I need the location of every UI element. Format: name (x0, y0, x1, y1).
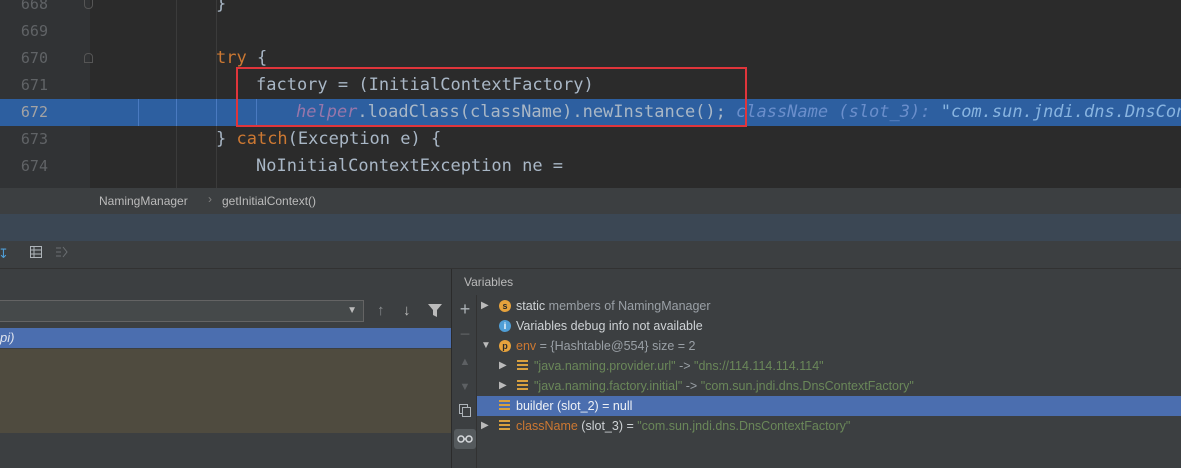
table-icon[interactable] (30, 246, 42, 262)
code-line-673[interactable]: 673 } catch(Exception e) { (0, 126, 1181, 153)
line-number: 670 (20, 49, 48, 67)
variable-row-classname[interactable]: ▶ className (slot_3) = "com.sun.jndi.dns… (477, 416, 1181, 436)
frame-label: pi) (0, 330, 15, 345)
expand-arrow-icon[interactable]: ▶ (499, 356, 507, 376)
variable-row-builder[interactable]: builder (slot_2) = null (477, 396, 1181, 416)
restore-layout-icon[interactable] (55, 246, 68, 262)
keyword-try: try (216, 48, 247, 68)
remove-watch-icon[interactable]: − (456, 325, 474, 343)
variables-side-toolbar: + − ▲ ▼ (452, 295, 477, 468)
chevron-right-icon: › (208, 192, 212, 206)
line-number: 669 (20, 22, 48, 40)
map-entry-row[interactable]: ▶ "java.naming.provider.url" -> "dns://1… (477, 356, 1181, 376)
field-icon (517, 360, 528, 372)
variables-header: Variables (452, 269, 1181, 295)
map-arrow: -> (675, 359, 695, 373)
highlight-box (236, 67, 747, 127)
fold-marker-icon[interactable] (84, 0, 93, 9)
move-down-icon[interactable]: ▼ (456, 378, 474, 396)
code-pre: } (216, 129, 237, 149)
expand-arrow-icon[interactable]: ▶ (481, 416, 489, 436)
map-entry-row[interactable]: ▶ "java.naming.factory.initial" -> "com.… (477, 376, 1181, 396)
code-text: NoInitialContextException ne = (256, 156, 564, 176)
keyword-catch: catch (236, 129, 288, 149)
breadcrumb-method[interactable]: getInitialContext() (222, 194, 316, 208)
code-text: } catch(Exception e) { (216, 126, 441, 153)
line-number: 674 (20, 157, 48, 175)
inline-debug-value[interactable]: className (slot_3): "com.sun.jndi.dns.Dn… (736, 99, 1181, 126)
dropdown-arrow-icon: ▼ (347, 305, 357, 316)
variable-text: builder (slot_2) = null (516, 399, 633, 413)
map-key: "java.naming.provider.url" (534, 359, 676, 373)
step-into-icon[interactable]: ↧ (0, 246, 9, 262)
code-line-668[interactable]: 668 } (0, 0, 1181, 18)
map-arrow: -> (682, 379, 701, 393)
info-text: Variables debug info not available (516, 319, 703, 333)
field-icon (517, 380, 528, 392)
field-icon (499, 400, 510, 412)
copy-icon[interactable] (456, 403, 474, 421)
thread-selector[interactable]: ▼ (0, 300, 364, 322)
map-key: "java.naming.factory.initial" (534, 379, 683, 393)
arrow-down-icon[interactable]: ↓ (403, 302, 411, 320)
variable-slot: (slot_3) = (577, 419, 638, 433)
code-text: } (216, 0, 227, 14)
variable-name: static (516, 299, 546, 313)
fold-marker-icon[interactable] (84, 53, 93, 63)
variables-title: Variables (464, 275, 514, 289)
variable-row-static[interactable]: ▶ s static members of NamingManager (477, 296, 1181, 316)
variables-tree: ▶ s static members of NamingManager i Va… (477, 295, 1181, 468)
indent-guide (216, 99, 217, 126)
code-line-669[interactable]: 669 (0, 18, 1181, 45)
line-number: 668 (20, 0, 48, 13)
breadcrumb: NamingManager › getInitialContext() (0, 188, 1181, 214)
collapse-arrow-icon[interactable]: ▼ (481, 336, 491, 356)
variable-name: env (516, 339, 537, 353)
frames-pane: ▼ ↑ ↓ pi) (0, 269, 452, 468)
variable-name: className (516, 419, 578, 433)
glasses-icon[interactable] (454, 429, 476, 449)
variable-value: "com.sun.jndi.dns.DnsContextFactory" (637, 419, 851, 433)
expand-arrow-icon[interactable]: ▶ (499, 376, 507, 396)
map-value: "com.sun.jndi.dns.DnsContextFactory" (700, 379, 914, 393)
code-rest: (Exception e) { (287, 129, 442, 149)
line-number: 673 (20, 130, 48, 148)
indent-guide (138, 99, 139, 126)
indent-guide (176, 99, 177, 126)
static-icon: s (499, 300, 511, 312)
inline-hint-value: "com.sun.jndi.dns.DnsCont (940, 102, 1181, 122)
breadcrumb-class[interactable]: NamingManager (99, 194, 188, 208)
parameter-icon: p (499, 340, 511, 352)
frame-item-selected[interactable]: pi) (0, 328, 451, 348)
expand-arrow-icon[interactable]: ▶ (481, 296, 489, 316)
variable-value: = {Hashtable@554} size = 2 (539, 339, 696, 353)
debug-tool-header (0, 214, 1181, 241)
filter-icon[interactable] (428, 304, 442, 322)
add-watch-icon[interactable]: + (456, 300, 474, 318)
library-frames[interactable] (0, 349, 451, 433)
line-number: 671 (20, 76, 48, 94)
line-number: 672 (20, 103, 48, 121)
map-value: "dns://114.114.114.114" (694, 359, 824, 373)
debug-toolbar: ↧ (0, 241, 1181, 269)
variable-row-info[interactable]: i Variables debug info not available (477, 316, 1181, 336)
inline-hint-label: className (slot_3): (736, 102, 931, 122)
variable-row-env[interactable]: ▼ p env = {Hashtable@554} size = 2 (477, 336, 1181, 356)
info-icon: i (499, 320, 511, 332)
field-icon (499, 420, 510, 432)
code-editor[interactable]: 668 } 669 670 try { 671 factory = (Initi… (0, 0, 1181, 188)
variable-desc: members of NamingManager (548, 299, 711, 313)
code-rest: { (246, 48, 268, 68)
code-line-674[interactable]: 674 NoInitialContextException ne = (0, 153, 1181, 180)
move-up-icon[interactable]: ▲ (456, 353, 474, 371)
arrow-up-icon[interactable]: ↑ (377, 302, 385, 320)
